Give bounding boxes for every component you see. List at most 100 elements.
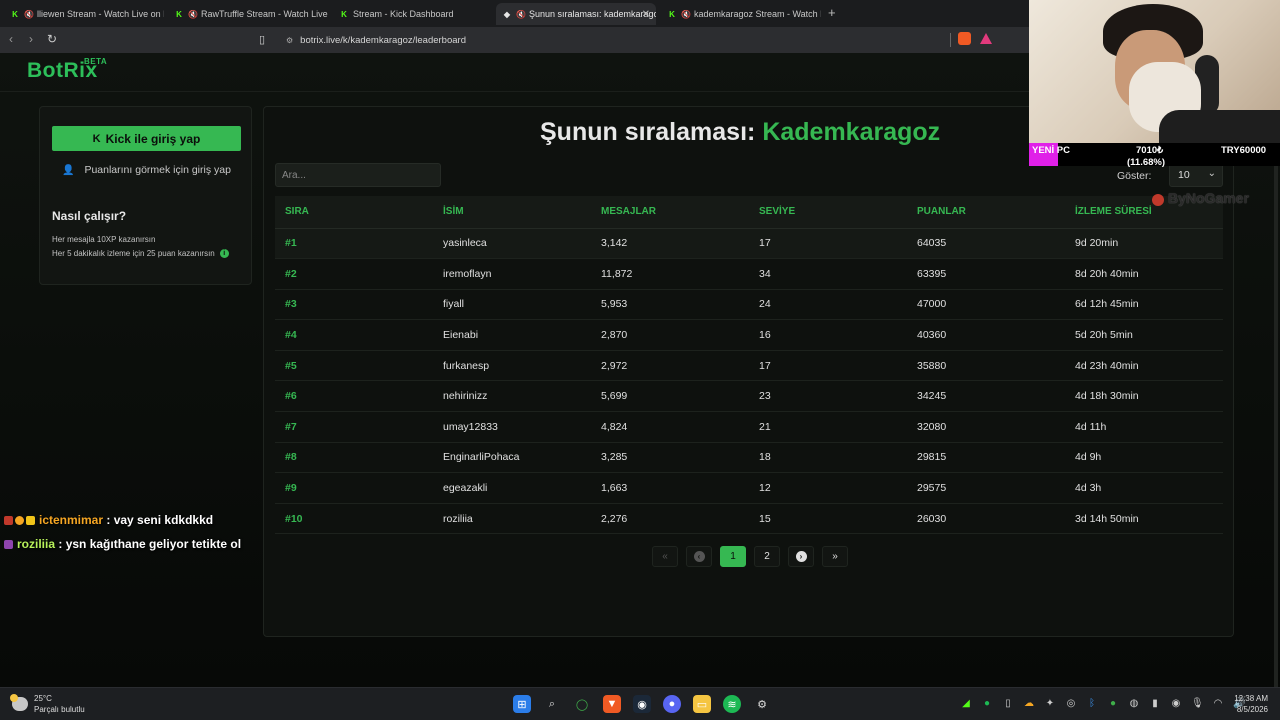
discord-icon[interactable]: ● [663, 695, 681, 713]
system-tray: ◢ ● ▯ ☁ ✦ ◎ ᛒ ● ◍ ▮ ◉ 🎙 ◠ 🔊 [960, 698, 1245, 709]
brave-shield-icon[interactable] [958, 32, 971, 45]
url-text: botrix.live/k/kademkaragoz/leaderboard [300, 34, 466, 46]
windows-start-icon[interactable]: ⊞ [513, 695, 531, 713]
messages-cell: 3,285 [591, 442, 749, 474]
file-explorer-icon[interactable]: ▭ [693, 695, 711, 713]
microphone-icon[interactable]: 🎙 [1191, 698, 1204, 709]
chat-message: ictenmimar : vay seni kdkdkkd [4, 508, 241, 532]
brave-rewards-icon[interactable] [980, 33, 992, 44]
watch-time-cell: 4d 18h 30min [1065, 380, 1223, 413]
cloud-icon[interactable]: ☁ [1023, 698, 1035, 709]
kick-logo-icon: K [92, 132, 101, 145]
address-bar[interactable]: ⚙ botrix.live/k/kademkaragoz/leaderboard [282, 31, 1002, 49]
settings-gear-icon[interactable]: ⚙ [753, 695, 771, 713]
column-header-name[interactable]: İSİM [433, 196, 591, 229]
browser-tab-4-active[interactable]: ◆ 🔇 Şunun sıralaması: kademkaragoz ✕ [496, 3, 656, 25]
network-device-icon[interactable]: ✦ [1044, 698, 1056, 709]
messages-cell: 5,699 [591, 380, 749, 413]
column-header-messages[interactable]: MESAJLAR [591, 196, 749, 229]
leaderboard-table: SIRA İSİM MESAJLAR SEVİYE PUANLAR İZLEME… [275, 196, 1223, 535]
column-header-points[interactable]: PUANLAR [907, 196, 1065, 229]
spotify-tray-icon[interactable]: ● [981, 698, 993, 709]
page-size-select[interactable]: 10 ⌄ [1169, 163, 1223, 187]
points-cell: 26030 [907, 503, 1065, 535]
badge-icon [4, 515, 13, 525]
how-it-works-title: Nasıl çalışır? [52, 209, 127, 223]
table-row: #7 umay12833 4,824 21 32080 4d 11h [275, 411, 1223, 443]
search-input[interactable] [275, 163, 441, 187]
search-icon[interactable]: ⌕ [543, 695, 561, 713]
forward-icon[interactable]: › [29, 32, 33, 46]
rank-cell: #1 [275, 228, 433, 260]
steelseries-icon[interactable]: ◎ [1065, 698, 1077, 709]
bluetooth-icon[interactable]: ᛒ [1086, 698, 1098, 709]
page-1-button[interactable]: 1 [720, 546, 746, 567]
watch-time-cell: 6d 12h 45min [1065, 289, 1223, 321]
close-tab-icon[interactable]: ✕ [642, 9, 650, 20]
messages-cell: 4,824 [591, 411, 749, 443]
table-row: #5 furkanesp 2,972 17 35880 4d 23h 40min [275, 350, 1223, 382]
page-2-label: 2 [764, 551, 770, 562]
page-scrollbar[interactable] [1274, 111, 1278, 711]
usb-icon[interactable]: ▯ [1002, 698, 1014, 709]
back-icon[interactable]: ‹ [9, 32, 13, 46]
new-tab-icon[interactable]: + [828, 5, 836, 20]
chat-message: roziliia : ysn kağıthane geliyor tetikte… [4, 532, 241, 556]
muted-speaker-icon[interactable]: 🔇 [24, 10, 34, 19]
steam-icon[interactable]: ◉ [633, 695, 651, 713]
points-login-link[interactable]: 👤 Puanlarını görmek için giriş yap [62, 164, 231, 176]
info-icon[interactable]: i [219, 249, 229, 258]
last-page-button[interactable]: » [822, 546, 848, 567]
wifi-icon[interactable]: ◠ [1212, 698, 1224, 709]
botrix-favicon-icon: ◆ [503, 9, 511, 19]
nvidia-icon[interactable]: ◢ [960, 698, 972, 709]
brave-browser-icon[interactable]: ▼ [603, 695, 621, 713]
botrix-logo[interactable]: BotRix BETA [27, 57, 107, 83]
last-page-icon: » [832, 551, 838, 562]
browser-tab-5[interactable]: K 🔇 kademkaragoz Stream - Watch Li [661, 3, 821, 25]
status-dot-icon[interactable]: ● [1107, 698, 1119, 709]
how-it-works-line-2-text: Her 5 dakikalık izleme için 25 puan kaza… [52, 249, 215, 258]
page-size-label: Göster: [1117, 170, 1152, 182]
browser-tab-2[interactable]: K 🔇 RawTruffle Stream - Watch Live o [168, 3, 328, 25]
discord-tray-icon[interactable]: ◍ [1128, 698, 1140, 709]
points-cell: 63395 [907, 258, 1065, 290]
next-page-button[interactable]: › [788, 546, 814, 567]
browser-tab-1[interactable]: K 🔇 lliewen Stream - Watch Live on Ki [4, 3, 164, 25]
reload-icon[interactable]: ↻ [47, 32, 57, 46]
steam-tray-icon[interactable]: ◉ [1170, 698, 1182, 709]
rank-cell: #9 [275, 472, 433, 504]
muted-speaker-icon[interactable]: 🔇 [516, 10, 526, 19]
column-header-level[interactable]: SEVİYE [749, 196, 907, 229]
level-cell: 17 [749, 350, 907, 382]
page-2-button[interactable]: 2 [754, 546, 780, 567]
next-page-icon: › [795, 551, 807, 562]
tray-app-icon[interactable]: ▮ [1149, 698, 1161, 709]
kick-login-button[interactable]: K Kick ile giriş yap [52, 126, 241, 151]
title-channel-name: Kademkaragoz [762, 118, 941, 146]
messages-cell: 2,972 [591, 350, 749, 382]
taskbar-clock[interactable]: 12:38 AM 8/5/2026 [1230, 693, 1268, 715]
weather-widget[interactable]: 25°C Parçalı bulutlu [10, 693, 85, 715]
muted-speaker-icon[interactable]: 🔇 [188, 10, 198, 19]
pagination: « ‹ 1 2 › » [652, 546, 848, 567]
watch-time-cell: 4d 3h [1065, 472, 1223, 504]
bookmark-icon[interactable]: ▯ [259, 33, 265, 46]
watch-time-cell: 3d 14h 50min [1065, 503, 1223, 535]
first-page-button[interactable]: « [652, 546, 678, 567]
points-cell: 47000 [907, 289, 1065, 321]
site-info-icon[interactable]: ⚙ [286, 36, 293, 45]
rank-cell: #2 [275, 258, 433, 290]
rank-cell: #6 [275, 380, 433, 413]
spotify-icon[interactable]: ≋ [723, 695, 741, 713]
browser-tab-3[interactable]: K Stream - Kick Dashboard [333, 3, 493, 25]
muted-speaker-icon[interactable]: 🔇 [681, 10, 691, 19]
level-cell: 24 [749, 289, 907, 321]
weather-desc: Parçalı bulutlu [34, 705, 85, 714]
xbox-icon[interactable]: ◯ [573, 695, 591, 713]
title-prefix: Şunun sıralaması: [540, 118, 756, 146]
previous-page-button[interactable]: ‹ [686, 546, 712, 567]
column-header-rank[interactable]: SIRA [275, 196, 433, 229]
table-row: #2 iremoflayn 11,872 34 63395 8d 20h 40m… [275, 258, 1223, 290]
watch-time-cell: 4d 23h 40min [1065, 350, 1223, 382]
